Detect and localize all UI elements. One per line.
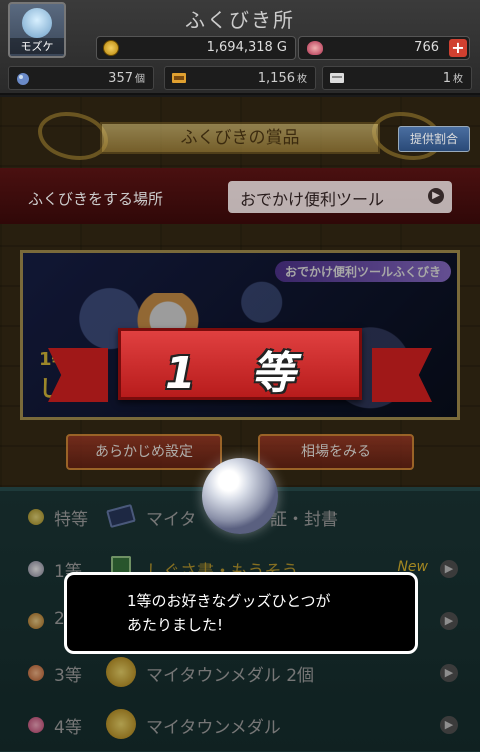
ribbon-body: 1 等 bbox=[118, 328, 362, 400]
stat-bag-value: 357 bbox=[108, 71, 133, 86]
ticket-icon bbox=[172, 73, 186, 83]
place-select-value: おでかけ便利ツール bbox=[240, 190, 385, 209]
stat-ticket-unit: 枚 bbox=[297, 74, 307, 85]
market-button[interactable]: 相場をみる bbox=[258, 434, 414, 470]
stat-card-value: 1 bbox=[442, 71, 451, 86]
place-select[interactable]: おでかけ便利ツール ▶ bbox=[228, 181, 452, 213]
result-message: 1等のお好きなグッズひとつが あたりました! bbox=[127, 592, 331, 634]
gem-display: 766 + bbox=[298, 36, 470, 60]
prize-row[interactable]: 3等 マイタウンメダル 2個 ▶ bbox=[0, 647, 480, 699]
stat-ticket-value: 1,156 bbox=[257, 71, 295, 86]
stat-card: 1枚 bbox=[322, 66, 472, 90]
prize-panel-title: ふくびきの賞品 bbox=[100, 122, 380, 154]
gem-icon bbox=[307, 41, 323, 55]
preset-button[interactable]: あらかじめ設定 bbox=[66, 434, 222, 470]
stat-ticket: 1,156 枚 bbox=[164, 66, 316, 90]
place-label: ふくびきをする場所 bbox=[28, 190, 164, 208]
lottery-orb-icon bbox=[202, 458, 278, 534]
prize-row[interactable]: 4等 マイタウンメダル ▶ bbox=[0, 699, 480, 751]
chevron-right-icon: ▶ bbox=[428, 188, 444, 204]
bag-icon bbox=[17, 73, 29, 85]
gold-amount: 1,694,318 G bbox=[206, 40, 287, 55]
stat-card-unit: 枚 bbox=[453, 74, 463, 85]
stat-bag: 357 個 bbox=[8, 66, 154, 90]
result-dialog[interactable]: 1等のお好きなグッズひとつが あたりました! bbox=[64, 572, 418, 654]
gold-display: 1,694,318 G bbox=[96, 36, 296, 60]
gem-amount: 766 bbox=[414, 40, 439, 55]
result-rank-text: 1 等 bbox=[165, 348, 315, 399]
add-gems-button[interactable]: + bbox=[449, 39, 467, 57]
result-ribbon: 1 等 bbox=[48, 328, 432, 408]
inventory-stats: 357 個 1,156 枚 1枚 bbox=[0, 64, 480, 92]
player-name: モズケ bbox=[10, 38, 64, 54]
stat-bag-unit: 個 bbox=[135, 74, 145, 85]
top-header: モズケ ふくびき所 1,694,318 G 766 + 357 個 1,156 枚 … bbox=[0, 0, 480, 95]
page-title: ふくびき所 bbox=[185, 8, 295, 32]
card-icon bbox=[330, 73, 344, 83]
gold-coin-icon bbox=[103, 40, 119, 56]
rate-button[interactable]: 提供割合 bbox=[398, 126, 470, 152]
